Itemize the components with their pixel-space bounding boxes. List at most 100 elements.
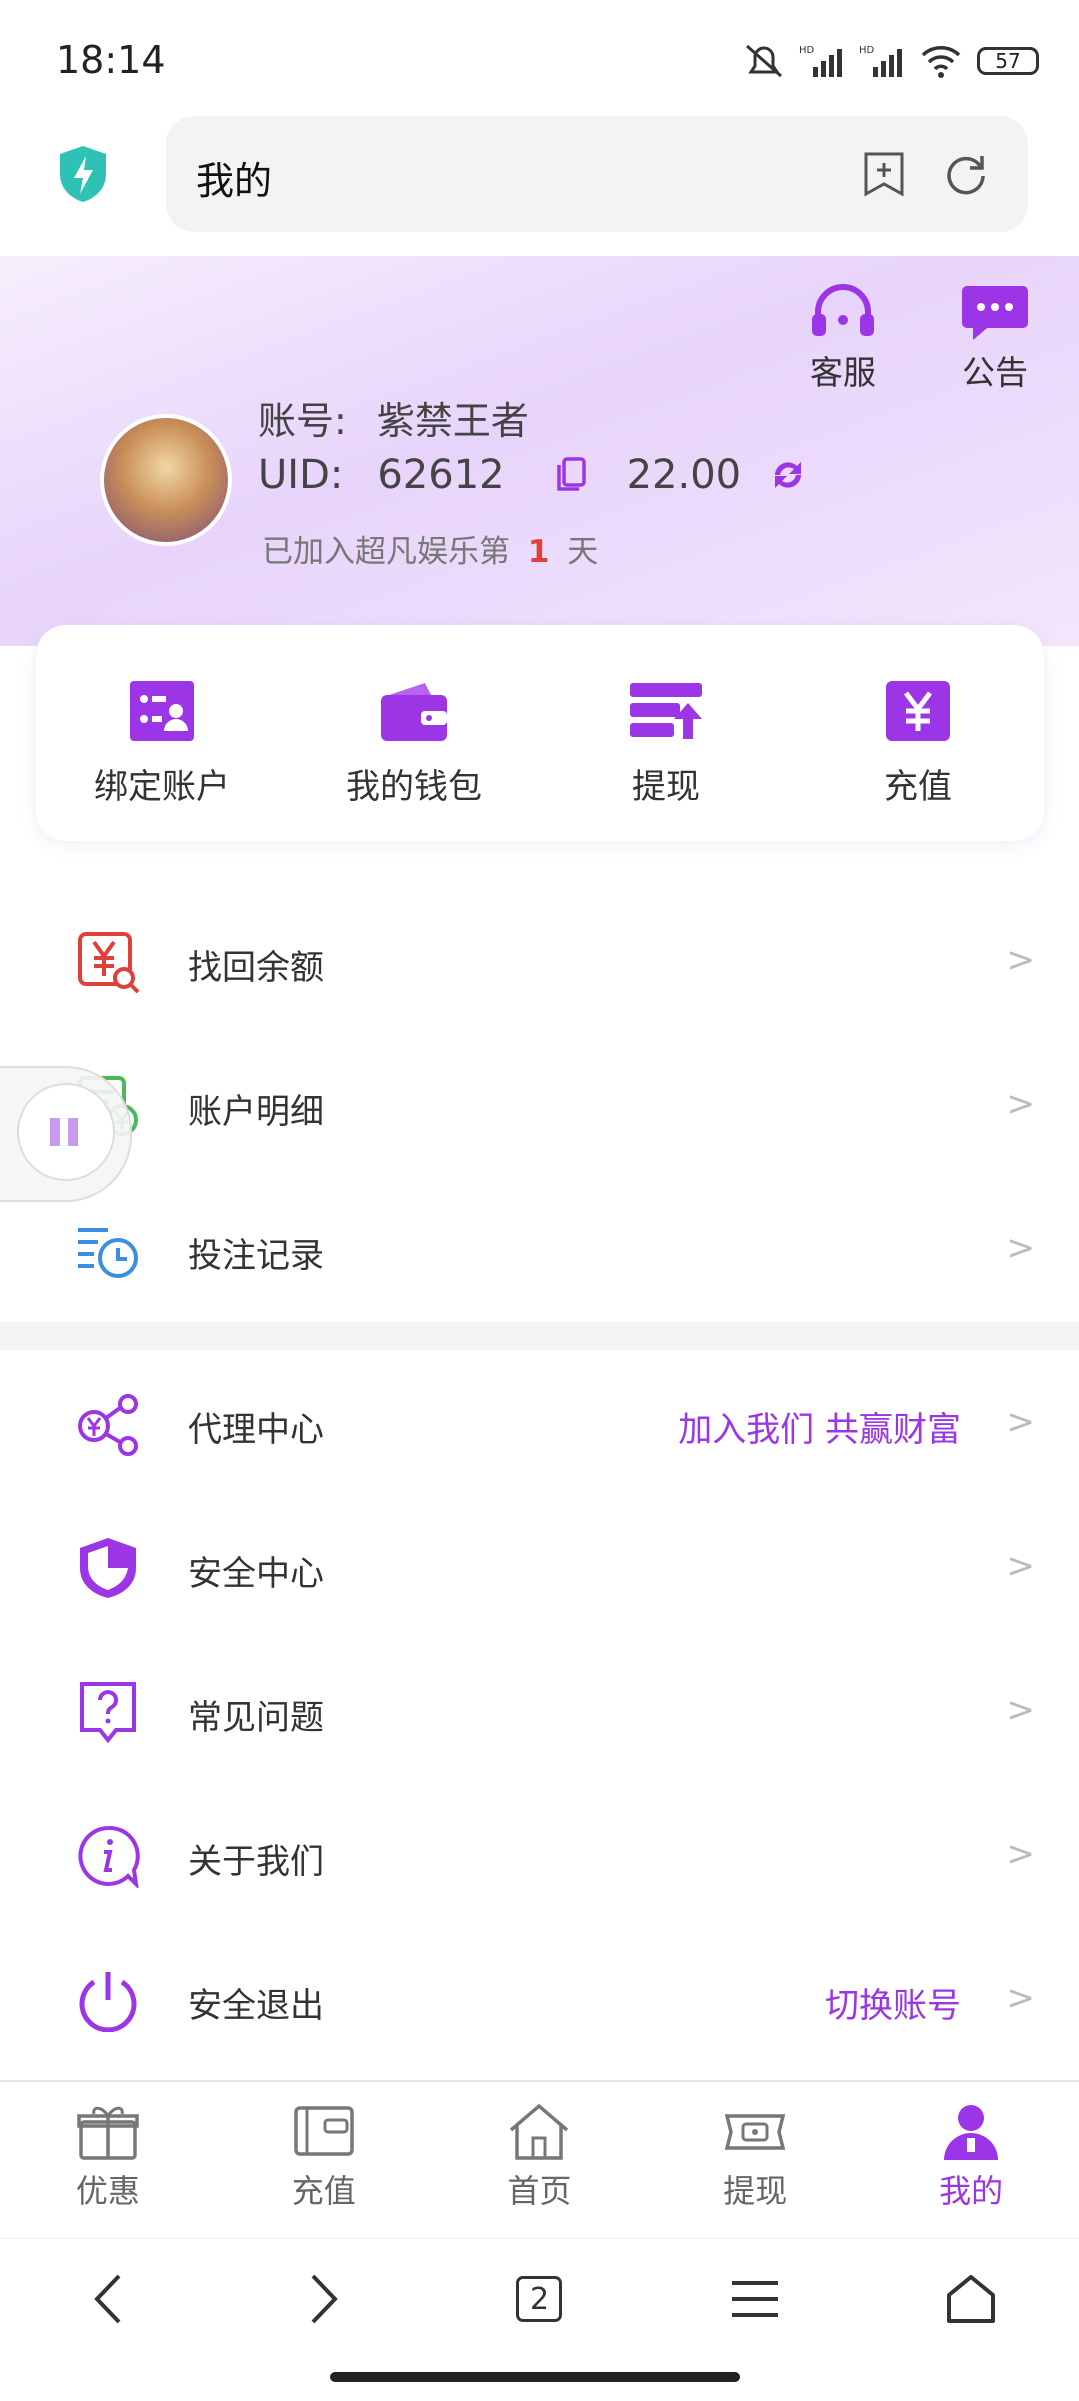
menu-button[interactable]	[647, 2239, 863, 2359]
notice-label: 公告	[962, 353, 1028, 392]
back-button[interactable]	[0, 2239, 216, 2359]
page-title: 我的	[196, 159, 273, 203]
forward-button[interactable]	[216, 2239, 432, 2359]
signal-icon-2: HD	[859, 45, 902, 77]
menu-item-bet-history[interactable]: 投注记录 >	[0, 1178, 1079, 1322]
tab-mine[interactable]: 我的	[863, 2082, 1079, 2238]
tab-recharge[interactable]: 充值	[216, 2082, 432, 2238]
menu-item-logout[interactable]: 安全退出 切换账号 >	[0, 1928, 1079, 2072]
notice-button[interactable]: 公告	[956, 284, 1034, 394]
floating-pause-button[interactable]	[0, 1066, 132, 1202]
quick-recharge[interactable]: 充值	[792, 625, 1044, 841]
chevron-right-icon: >	[1006, 1978, 1036, 2018]
bookmark-add-icon[interactable]	[862, 150, 906, 198]
recharge-icon	[293, 2106, 354, 2156]
account-name: 紫禁王者	[376, 399, 529, 443]
tabs-button[interactable]: 2	[432, 2239, 648, 2359]
menu-label: 安全退出	[188, 1986, 324, 2026]
signal-icon: HD	[799, 45, 842, 77]
uid-value: 62612	[377, 452, 505, 498]
menu-item-account-detail[interactable]: 账户明细 >	[0, 1034, 1079, 1178]
tab-label: 首页	[507, 2172, 572, 2210]
recharge-yen-icon	[886, 681, 950, 741]
svg-text:HD: HD	[799, 45, 815, 56]
menu-item-about-us[interactable]: 关于我们 >	[0, 1784, 1079, 1928]
menu-item-agent-center[interactable]: 代理中心 加入我们 共赢财富 >	[0, 1352, 1079, 1496]
joined-days: 1	[527, 534, 550, 570]
status-bar: 18:14 HD HD 57	[0, 0, 1079, 110]
browser-home-icon	[947, 2275, 996, 2323]
tab-label: 提现	[723, 2172, 788, 2210]
address-bar: 我的	[0, 110, 1079, 257]
account-prefix: 账号:	[258, 399, 347, 443]
home-icon	[510, 2103, 569, 2160]
quick-label: 绑定账户	[94, 767, 230, 807]
home-button[interactable]	[863, 2239, 1079, 2359]
quick-label: 提现	[632, 767, 700, 807]
balance-value: 22.00	[626, 452, 742, 498]
quick-bind-account[interactable]: 绑定账户	[36, 625, 288, 841]
pause-icon	[17, 1083, 115, 1181]
avatar[interactable]	[100, 414, 232, 546]
headset-icon	[812, 284, 874, 336]
quick-withdraw[interactable]: 提现	[540, 625, 792, 841]
menu-item-faq[interactable]: 常见问题 >	[0, 1640, 1079, 1784]
uid-prefix: UID:	[258, 452, 344, 498]
forward-arrow-icon	[311, 2274, 338, 2324]
bind-account-icon	[130, 681, 194, 741]
shield-icon	[80, 1538, 136, 1598]
joined-suffix: 天	[567, 534, 599, 570]
quick-label: 充值	[884, 767, 952, 807]
refresh-balance-icon[interactable]	[767, 455, 809, 495]
copy-icon[interactable]	[555, 457, 587, 493]
back-arrow-icon	[94, 2274, 121, 2324]
security-shield-icon[interactable]	[56, 144, 110, 204]
user-icon	[944, 2105, 999, 2160]
joined-days-line: 已加入超凡娱乐第 1 天	[262, 526, 598, 571]
account-line: 账号: 紫禁王者	[258, 390, 529, 445]
url-field[interactable]: 我的	[166, 116, 1028, 232]
joined-prefix: 已加入超凡娱乐第	[262, 534, 510, 570]
agent-share-icon	[78, 1394, 138, 1456]
uid-line: UID: 62612 22.00	[258, 452, 809, 498]
question-icon	[80, 1682, 136, 1744]
chevron-right-icon: >	[1006, 1546, 1036, 1586]
customer-service-button[interactable]: 客服	[806, 284, 880, 394]
menu-item-recover-balance[interactable]: 找回余额 >	[0, 890, 1079, 1034]
tab-home[interactable]: 首页	[432, 2082, 648, 2238]
menu-label: 关于我们	[188, 1842, 324, 1882]
menu-item-security-center[interactable]: 安全中心 >	[0, 1496, 1079, 1640]
gesture-home-bar[interactable]	[330, 2372, 740, 2382]
chevron-right-icon: >	[1006, 1690, 1036, 1730]
bet-history-icon	[78, 1228, 138, 1278]
tab-label: 充值	[291, 2172, 356, 2210]
tab-promotions[interactable]: 优惠	[0, 2082, 216, 2238]
info-icon	[78, 1825, 140, 1888]
section-divider	[0, 1322, 1079, 1350]
tab-label: 优惠	[75, 2172, 140, 2210]
menu-label: 代理中心	[188, 1410, 324, 1450]
menu-label: 常见问题	[188, 1698, 324, 1738]
refresh-icon[interactable]	[944, 152, 988, 196]
tab-withdraw[interactable]: 提现	[647, 2082, 863, 2238]
notice-chat-icon	[962, 286, 1028, 340]
service-label: 客服	[810, 353, 876, 392]
svg-text:HD: HD	[859, 45, 875, 56]
menu-label: 投注记录	[188, 1236, 324, 1276]
switch-account-link[interactable]: 切换账号	[825, 1978, 961, 2027]
chevron-right-icon: >	[1006, 1834, 1036, 1874]
mute-icon	[746, 44, 782, 78]
withdraw-icon	[630, 683, 702, 739]
profile-header: 客服 公告 账号: 紫禁王者 UID: 62612 22.00 已加入超凡娱乐第…	[0, 256, 1079, 646]
menu-label: 安全中心	[188, 1554, 324, 1594]
cash-icon	[725, 2114, 786, 2150]
chevron-right-icon: >	[1006, 1228, 1036, 1268]
tab-count: 2	[516, 2276, 563, 2322]
wifi-icon	[921, 46, 961, 78]
status-icons: HD HD 57	[743, 42, 1039, 80]
quick-wallet[interactable]: 我的钱包	[288, 625, 540, 841]
wallet-icon	[381, 683, 447, 741]
hamburger-icon	[732, 2281, 779, 2317]
chevron-right-icon: >	[1006, 1084, 1036, 1124]
menu-label: 账户明细	[188, 1092, 324, 1132]
